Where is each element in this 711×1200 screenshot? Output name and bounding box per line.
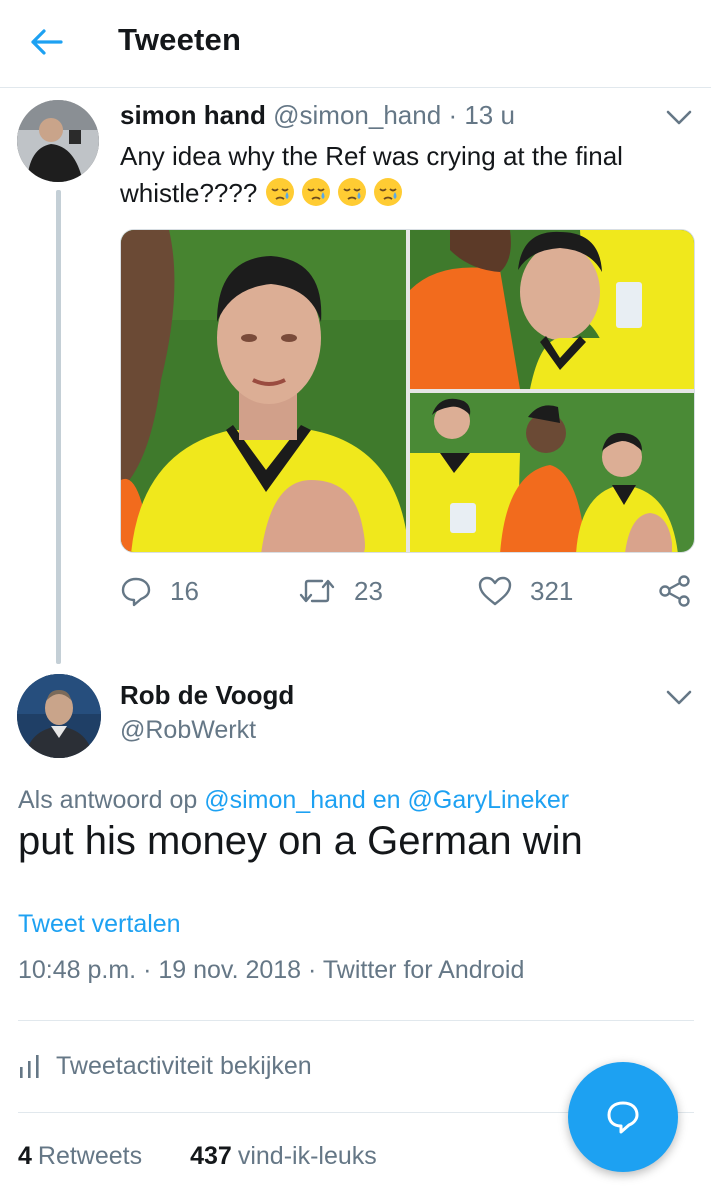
- referee-photo: [410, 230, 694, 389]
- retweets-count: 4: [18, 1142, 32, 1170]
- like-count: 321: [530, 575, 574, 606]
- reply-count: 16: [170, 575, 199, 606]
- heart-icon: [478, 576, 512, 606]
- reply-fab-button[interactable]: [568, 1062, 678, 1172]
- back-arrow-icon: [31, 29, 63, 55]
- avatar-photo: [17, 100, 99, 182]
- tweet-time: 10:48 p.m.: [18, 956, 137, 984]
- separator-dot: ·: [308, 956, 317, 984]
- tweet-source[interactable]: Twitter for Android: [323, 956, 524, 984]
- retweet-count: 23: [354, 575, 383, 606]
- retweet-button[interactable]: 23: [298, 568, 383, 614]
- top-bar: Tweeten: [0, 0, 711, 88]
- likes-stat[interactable]: 437 vind-ik-leuks: [190, 1142, 377, 1170]
- media-photo[interactable]: [121, 230, 406, 552]
- back-button[interactable]: [22, 22, 72, 62]
- author-handle[interactable]: @RobWerkt: [120, 716, 256, 745]
- media-grid: [120, 229, 695, 553]
- sleepy-face-emoji-icon: [301, 178, 330, 206]
- tweet-menu-button[interactable]: [662, 106, 696, 130]
- reply-conjunction: en: [372, 786, 401, 814]
- avatar[interactable]: [17, 100, 99, 182]
- tweet-actions: 16 23 321: [120, 568, 695, 614]
- share-icon: [659, 575, 690, 607]
- tweet-stats: 4 Retweets 437 vind-ik-leuks: [18, 1142, 425, 1171]
- emoji-group: [265, 178, 409, 208]
- bar-chart-icon: [20, 1055, 39, 1078]
- tweet-text: put his money on a German win: [18, 819, 583, 863]
- share-button[interactable]: [658, 568, 710, 614]
- chevron-down-icon: [666, 690, 692, 705]
- reply-icon: [607, 1101, 639, 1134]
- page-title: Tweeten: [118, 22, 242, 57]
- tweet-time[interactable]: 13 u: [464, 100, 515, 130]
- sleepy-face-emoji-icon: [265, 178, 294, 206]
- reply-context: Als antwoord op @simon_hand en @GaryLine…: [18, 786, 569, 815]
- author-name[interactable]: simon hand: [120, 100, 266, 130]
- separator-dot: ·: [448, 100, 458, 130]
- tweet-text: Any idea why the Ref was crying at the f…: [120, 138, 680, 212]
- mention-link[interactable]: @GaryLineker: [408, 786, 570, 814]
- tweet-activity-button[interactable]: Tweetactiviteit bekijken: [18, 1048, 312, 1084]
- likes-count: 437: [190, 1142, 232, 1170]
- tweet-date: 19 nov. 2018: [158, 956, 302, 984]
- separator-dot: ·: [143, 956, 152, 984]
- avatar-photo: [17, 674, 101, 758]
- sleepy-face-emoji-icon: [337, 178, 366, 206]
- tweet-menu-button[interactable]: [662, 686, 696, 710]
- like-button[interactable]: 321: [478, 568, 573, 614]
- retweet-icon: [299, 579, 335, 603]
- avatar[interactable]: [17, 674, 101, 758]
- media-photo[interactable]: [410, 230, 694, 389]
- mention-link[interactable]: @simon_hand: [204, 786, 366, 814]
- translate-link[interactable]: Tweet vertalen: [18, 910, 181, 939]
- sleepy-face-emoji-icon: [373, 178, 402, 206]
- thread-line: [56, 190, 61, 664]
- author-handle[interactable]: @simon_hand: [273, 100, 441, 130]
- divider: [18, 1020, 694, 1021]
- reply-prefix: Als antwoord op: [18, 786, 198, 814]
- tweet-meta: 10:48 p.m. · 19 nov. 2018 · Twitter for …: [18, 956, 524, 985]
- tweet-activity-label: Tweetactiviteit bekijken: [56, 1051, 312, 1080]
- tweet-header: simon hand @simon_hand · 13 u: [120, 100, 515, 131]
- reply-button[interactable]: 16: [120, 568, 199, 614]
- chevron-down-icon: [666, 110, 692, 125]
- media-photo[interactable]: [410, 393, 694, 552]
- retweets-label: Retweets: [37, 1142, 143, 1170]
- referee-photo: [410, 393, 694, 552]
- referee-photo: [121, 230, 406, 552]
- likes-label: vind-ik-leuks: [237, 1142, 377, 1170]
- retweets-stat[interactable]: 4 Retweets: [18, 1142, 142, 1170]
- author-name[interactable]: Rob de Voogd: [120, 680, 294, 711]
- reply-icon: [121, 577, 151, 607]
